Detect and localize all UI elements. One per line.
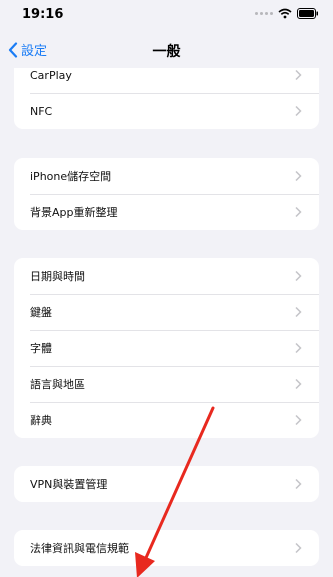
row-label: 法律資訊與電信規範 (30, 542, 129, 555)
settings-list[interactable]: CarPlay NFC iPhone儲存空間 背景App重新整理 日期與時間 鍵… (0, 68, 333, 577)
settings-group-legal: 法律資訊與電信規範 (14, 530, 319, 566)
row-label: 背景App重新整理 (30, 206, 118, 219)
settings-row-date-time[interactable]: 日期與時間 (14, 258, 319, 294)
row-label: 鍵盤 (30, 306, 52, 319)
chevron-right-icon (295, 342, 302, 354)
cellular-signal-icon (255, 12, 273, 15)
settings-row-language-region[interactable]: 語言與地區 (14, 366, 319, 402)
chevron-right-icon (295, 170, 302, 182)
chevron-right-icon (295, 378, 302, 390)
settings-row-fonts[interactable]: 字體 (14, 330, 319, 366)
settings-row-keyboard[interactable]: 鍵盤 (14, 294, 319, 330)
chevron-right-icon (295, 105, 302, 117)
settings-row-carplay[interactable]: CarPlay (14, 68, 319, 93)
wifi-icon (278, 8, 292, 19)
settings-group-storage: iPhone儲存空間 背景App重新整理 (14, 158, 319, 230)
settings-group-locale: 日期與時間 鍵盤 字體 語言與地區 辭典 (14, 258, 319, 438)
settings-group-vpn: VPN與裝置管理 (14, 466, 319, 502)
chevron-right-icon (295, 478, 302, 490)
row-label: 語言與地區 (30, 378, 85, 391)
row-label: VPN與裝置管理 (30, 478, 108, 491)
row-label: 字體 (30, 342, 52, 355)
settings-row-dictionary[interactable]: 辭典 (14, 402, 319, 438)
settings-row-background-app-refresh[interactable]: 背景App重新整理 (14, 194, 319, 230)
chevron-right-icon (295, 306, 302, 318)
chevron-right-icon (295, 270, 302, 282)
status-icons (255, 8, 319, 19)
row-label: NFC (30, 104, 53, 118)
chevron-right-icon (295, 206, 302, 218)
settings-row-vpn-device-management[interactable]: VPN與裝置管理 (14, 466, 319, 502)
chevron-right-icon (295, 542, 302, 554)
row-label: 辭典 (30, 414, 52, 427)
settings-group-connectivity: CarPlay NFC (14, 68, 319, 129)
settings-row-legal-regulatory[interactable]: 法律資訊與電信規範 (14, 530, 319, 566)
row-label: CarPlay (30, 68, 72, 82)
chevron-right-icon (295, 414, 302, 426)
settings-row-nfc[interactable]: NFC (14, 93, 319, 129)
settings-row-iphone-storage[interactable]: iPhone儲存空間 (14, 158, 319, 194)
row-label: 日期與時間 (30, 270, 85, 283)
chevron-right-icon (295, 69, 302, 81)
row-label: iPhone儲存空間 (30, 170, 112, 183)
navigation-bar: 設定 一般 (0, 34, 333, 68)
battery-icon (297, 8, 318, 19)
page-title: 一般 (152, 44, 181, 60)
status-bar: 19:16 (0, 0, 333, 30)
status-time: 19:16 (22, 7, 64, 22)
